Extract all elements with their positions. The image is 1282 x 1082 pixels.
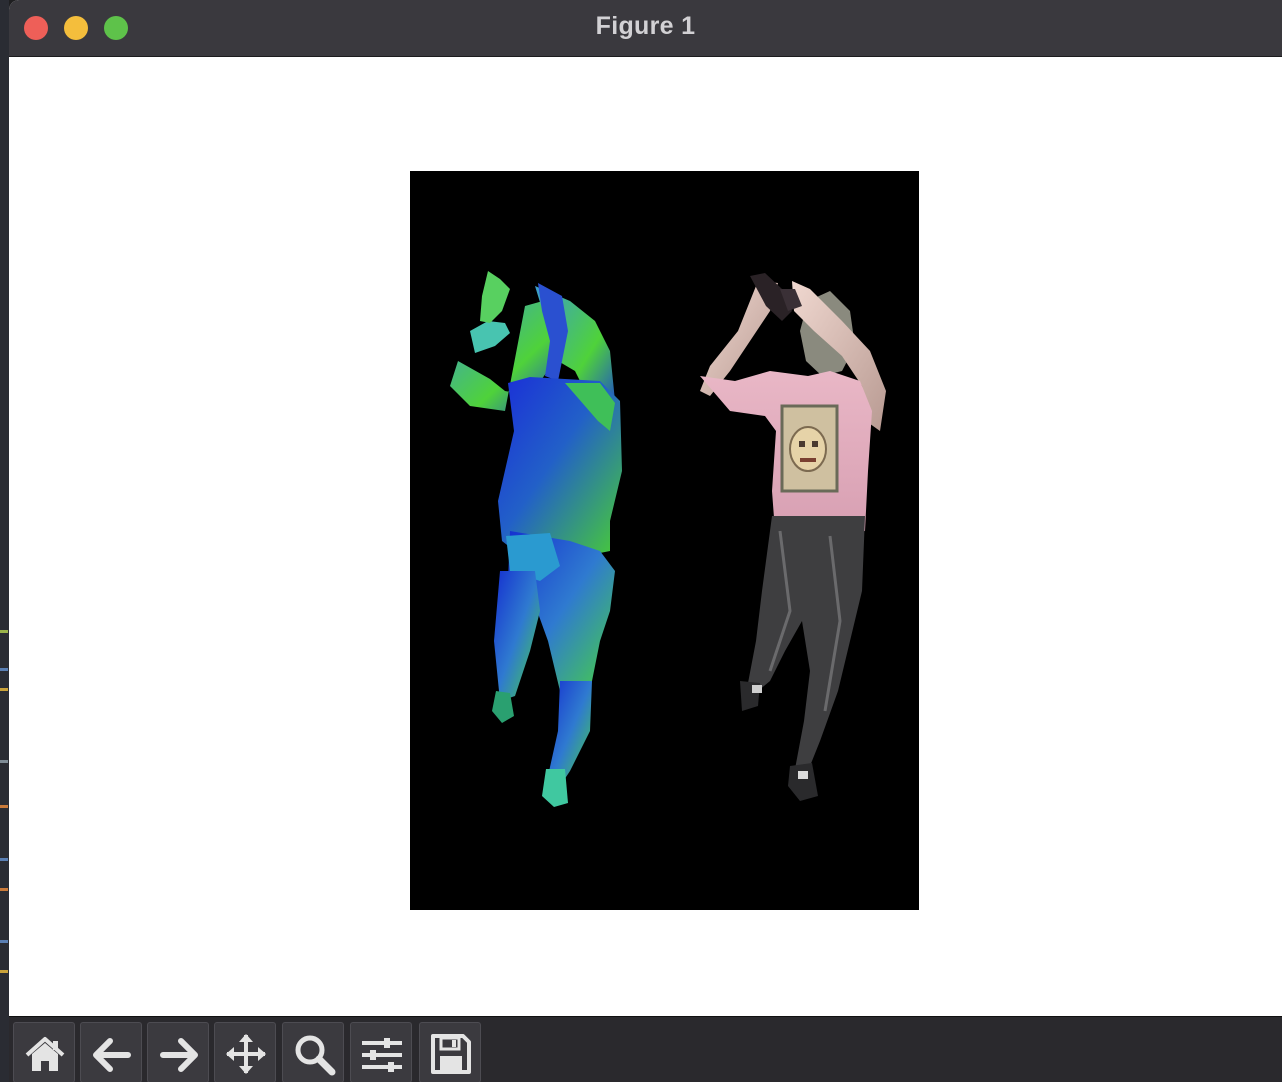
image-axes[interactable]: [410, 171, 919, 910]
desktop-mark: [0, 668, 8, 671]
figure-image: [450, 271, 886, 807]
home-icon: [25, 1037, 65, 1071]
pan-button[interactable]: [214, 1022, 276, 1082]
arrow-left-icon: [93, 1038, 131, 1072]
title-bar[interactable]: Figure 1: [9, 0, 1282, 57]
back-button[interactable]: [80, 1022, 142, 1082]
desktop-background: [0, 0, 9, 1082]
textured-person: [700, 273, 886, 801]
desktop-mark: [0, 805, 8, 808]
desktop-mark: [0, 630, 8, 633]
arrow-right-icon: [160, 1038, 198, 1072]
home-button[interactable]: [13, 1022, 75, 1082]
desktop-mark: [0, 970, 8, 973]
forward-button[interactable]: [147, 1022, 209, 1082]
magnifier-icon: [295, 1035, 336, 1076]
desktop-mark: [0, 858, 8, 861]
window-title: Figure 1: [595, 12, 696, 40]
save-button[interactable]: [419, 1022, 481, 1082]
navigation-toolbar: [9, 1016, 1282, 1082]
desktop-mark: [0, 760, 8, 763]
desktop-mark: [0, 940, 8, 943]
iuv-figure: [450, 271, 622, 807]
move-icon: [226, 1034, 266, 1074]
floppy-disk-icon: [431, 1034, 471, 1074]
configure-subplots-button[interactable]: [350, 1022, 412, 1082]
desktop-mark: [0, 888, 8, 891]
figure-window: Figure 1: [9, 0, 1282, 1082]
sliders-icon: [362, 1038, 402, 1072]
zoom-button-toolbar[interactable]: [282, 1022, 344, 1082]
figure-canvas[interactable]: [9, 57, 1282, 1016]
desktop-mark: [0, 688, 8, 691]
